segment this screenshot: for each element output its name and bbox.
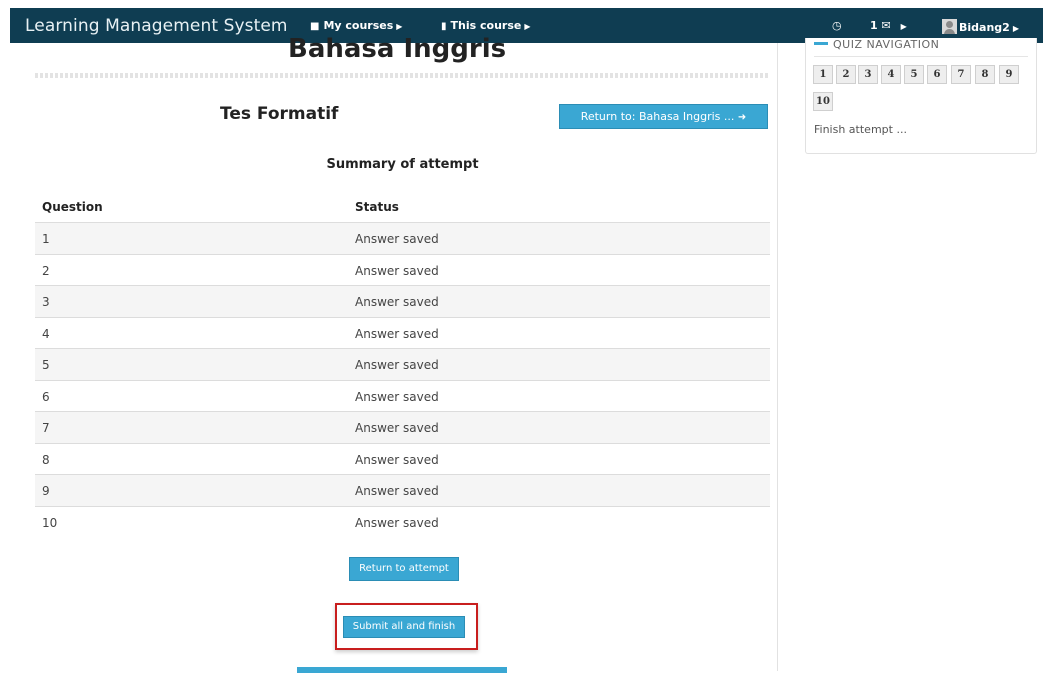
question-number[interactable]: 10 [42, 516, 57, 530]
question-status: Answer saved [355, 295, 439, 309]
divider [814, 56, 1028, 57]
user-menu[interactable]: Bidang2 ▶ [942, 19, 1019, 34]
question-nav-button[interactable]: 7 [951, 65, 971, 84]
quiz-navigation-title: QUIZ NAVIGATION [833, 38, 940, 51]
question-status: Answer saved [355, 484, 439, 498]
question-number[interactable]: 9 [42, 484, 50, 498]
table-row: 10 Answer saved [35, 507, 770, 539]
table-row: 5 Answer saved [35, 349, 770, 381]
return-to-attempt-button[interactable]: Return to attempt [349, 557, 459, 581]
table-row: 2 Answer saved [35, 255, 770, 286]
question-nav-button[interactable]: 6 [927, 65, 947, 84]
caret-right-icon: ▶ [900, 22, 907, 31]
clock-icon[interactable]: ◷ [832, 19, 842, 32]
question-status: Answer saved [355, 515, 439, 530]
question-number[interactable]: 3 [42, 295, 50, 309]
question-nav-button[interactable]: 5 [904, 65, 924, 84]
my-courses-menu[interactable]: ■ My courses ▶ [310, 19, 402, 32]
user-name: Bidang2 [959, 21, 1010, 34]
table-row: 6 Answer saved [35, 381, 770, 412]
question-number[interactable]: 1 [42, 232, 50, 246]
submit-all-and-finish-button[interactable]: Submit all and finish [343, 616, 465, 638]
summary-title: Summary of attempt [326, 157, 479, 172]
question-nav-button[interactable]: 4 [881, 65, 901, 84]
question-number[interactable]: 4 [42, 327, 50, 341]
return-to-course-button[interactable]: Return to: Bahasa Inggris ... ➜ [559, 104, 768, 129]
table-row: 4 Answer saved [35, 318, 770, 349]
question-nav-button[interactable]: 2 [836, 65, 856, 84]
question-status: Answer saved [355, 452, 439, 467]
caret-right-icon: ▶ [524, 22, 531, 31]
table-row: 3 Answer saved [35, 286, 770, 318]
column-divider [777, 43, 778, 671]
question-number[interactable]: 5 [42, 358, 50, 372]
partial-button[interactable] [297, 667, 507, 673]
summary-table: Question Status 1 Answer saved 2 Answer … [35, 196, 770, 538]
quiz-navigation-heading: QUIZ NAVIGATION [814, 38, 939, 51]
question-number[interactable]: 8 [42, 453, 50, 467]
this-course-menu[interactable]: ▮ This course ▶ [441, 19, 531, 32]
return-to-course-label: Return to: Bahasa Inggris ... [580, 110, 735, 123]
question-nav-button[interactable]: 8 [975, 65, 995, 84]
table-row: 9 Answer saved [35, 475, 770, 507]
column-header-status: Status [355, 200, 399, 214]
avatar [942, 19, 957, 34]
question-nav-button[interactable]: 9 [999, 65, 1019, 84]
question-nav-button[interactable]: 3 [858, 65, 878, 84]
question-number[interactable]: 7 [42, 421, 50, 435]
arrow-circle-icon: ➜ [737, 112, 747, 123]
table-header: Question Status [35, 196, 770, 223]
question-status: Answer saved [355, 421, 439, 435]
question-number[interactable]: 2 [42, 264, 50, 278]
question-status: Answer saved [355, 326, 439, 341]
book-icon: ▮ [441, 21, 447, 32]
question-nav-button[interactable]: 1 [813, 65, 833, 84]
column-header-question: Question [42, 200, 103, 214]
question-status: Answer saved [355, 232, 439, 246]
my-courses-label: My courses [323, 19, 394, 32]
message-count: 1 [870, 19, 878, 32]
messages-menu[interactable]: 1 ✉ ▶ [870, 19, 907, 32]
divider [35, 73, 770, 78]
caret-right-icon: ▶ [396, 22, 403, 31]
table-row: 8 Answer saved [35, 444, 770, 475]
question-status: Answer saved [355, 358, 439, 372]
table-row: 7 Answer saved [35, 412, 770, 444]
envelope-icon: ✉ [881, 19, 891, 32]
quiz-title: Tes Formatif [220, 104, 339, 124]
this-course-label: This course [450, 19, 522, 32]
site-brand[interactable]: Learning Management System [25, 16, 288, 36]
question-status: Answer saved [355, 389, 439, 404]
quiz-navigation-block: QUIZ NAVIGATION 1 2 3 4 5 6 7 8 9 10 Fin… [805, 38, 1037, 154]
question-status: Answer saved [355, 263, 439, 278]
course-title: Bahasa Inggris [288, 34, 507, 64]
question-nav-button[interactable]: 10 [813, 92, 833, 111]
table-row: 1 Answer saved [35, 223, 770, 255]
caret-right-icon: ▶ [1012, 24, 1019, 33]
question-number[interactable]: 6 [42, 390, 50, 404]
finish-attempt-link[interactable]: Finish attempt ... [814, 123, 907, 136]
briefcase-icon: ■ [310, 21, 320, 32]
block-accent-bar [814, 42, 828, 45]
